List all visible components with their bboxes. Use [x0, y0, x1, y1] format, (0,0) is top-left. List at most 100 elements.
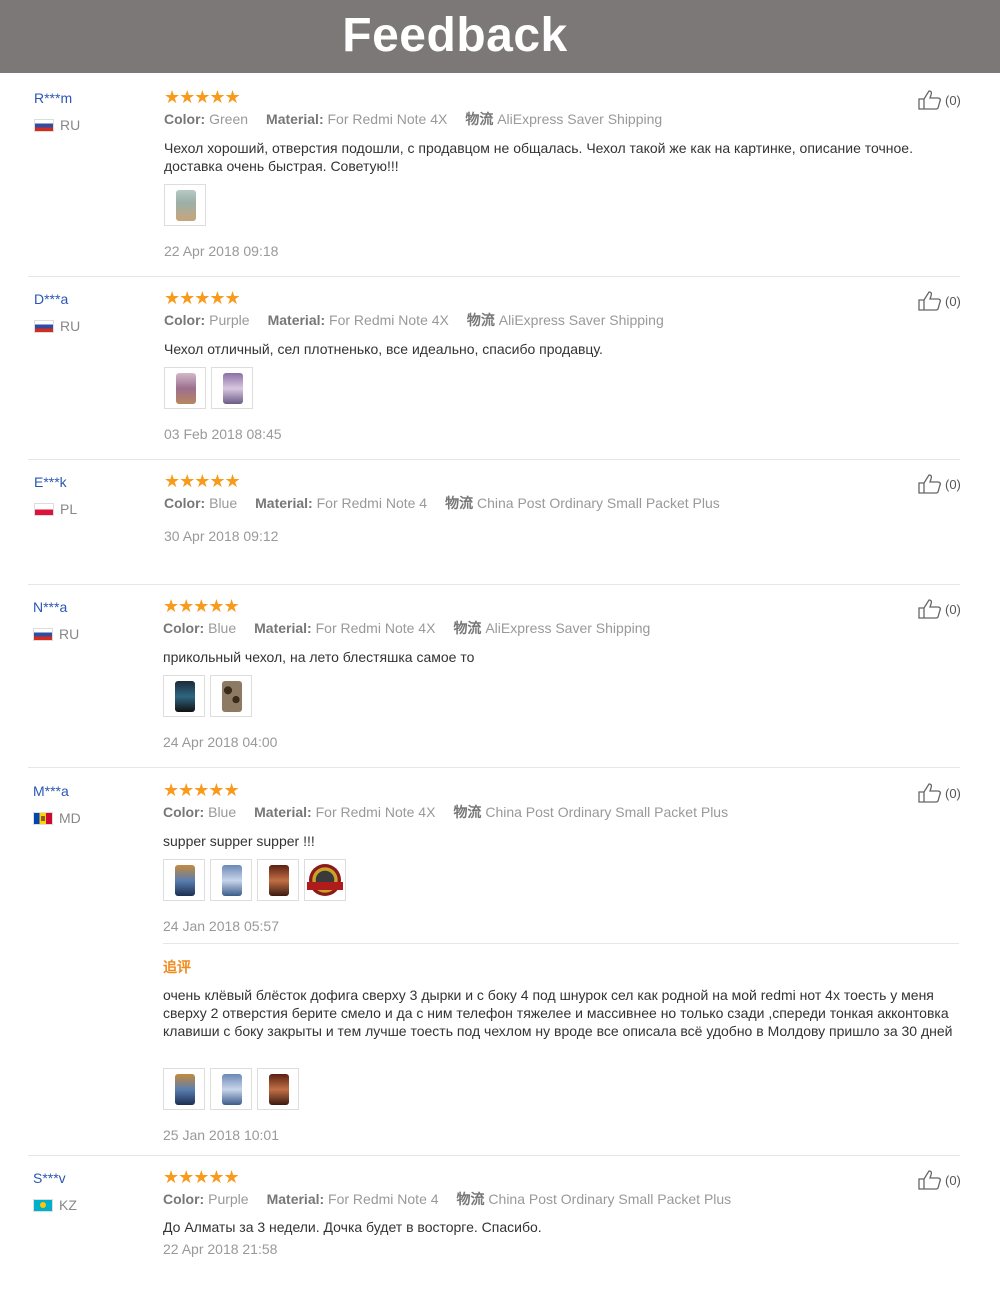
review-photo-thumbnail[interactable] — [211, 367, 253, 409]
review-photo-thumbnail[interactable] — [210, 1068, 252, 1110]
material-label: Material: — [255, 495, 313, 511]
reviewer-name[interactable]: R***m — [34, 90, 72, 106]
helpful-count: (0) — [945, 92, 961, 108]
color-label: Color: — [164, 111, 206, 127]
material-label: Material: — [254, 620, 312, 636]
review-specs: Color: Blue Material: For Redmi Note 4X 物流… — [163, 802, 728, 822]
helpful-button[interactable]: (0) — [918, 1170, 961, 1190]
color-label: Color: — [164, 312, 206, 328]
review-specs: Color: Blue Material: For Redmi Note 4 物流 … — [164, 493, 720, 513]
review-photos — [164, 184, 206, 226]
helpful-button[interactable]: (0) — [918, 291, 961, 311]
thumbs-up-icon — [918, 474, 942, 494]
review-photo-thumbnail[interactable] — [304, 859, 346, 901]
color-label: Color: — [163, 804, 205, 820]
review-date: 03 Feb 2018 08:45 — [164, 426, 282, 442]
flag-ru-icon — [33, 627, 53, 641]
reviewer-country: RU — [33, 626, 79, 642]
helpful-count: (0) — [945, 785, 961, 801]
review-photo-thumbnail[interactable] — [163, 675, 205, 717]
flag-ru-icon — [34, 319, 54, 333]
thumbs-up-icon — [918, 599, 942, 619]
material-value: For Redmi Note 4 — [328, 1191, 439, 1207]
review-date: 22 Apr 2018 09:18 — [164, 243, 279, 259]
color-label: Color: — [164, 495, 206, 511]
reviewer-country: MD — [33, 810, 81, 826]
helpful-count: (0) — [945, 476, 961, 492]
color-value: Green — [209, 111, 249, 127]
review-photo-thumbnail[interactable] — [164, 367, 206, 409]
reviewer-name[interactable]: N***a — [33, 599, 67, 615]
review-specs: Color: Purple Material: For Redmi Note 4 物… — [163, 1189, 731, 1209]
review-text: supper supper supper !!! — [163, 833, 315, 849]
reviewer-name[interactable]: S***v — [33, 1170, 66, 1186]
shipping-label: 物流 — [466, 312, 495, 328]
thumbs-up-icon — [918, 783, 942, 803]
review-photo-thumbnail[interactable] — [210, 859, 252, 901]
material-label: Material: — [266, 111, 324, 127]
rating-stars: ★★★★★ — [163, 780, 240, 800]
reviewer-name[interactable]: E***k — [34, 474, 67, 490]
color-value: Purple — [208, 1191, 249, 1207]
review-text: прикольный чехол, на лето блестяшка само… — [163, 649, 475, 665]
material-value: For Redmi Note 4 — [316, 495, 428, 511]
reviewer-country: PL — [34, 501, 77, 517]
review-photos — [164, 367, 253, 409]
divider — [28, 767, 960, 768]
helpful-button[interactable]: (0) — [918, 783, 961, 803]
review-text: До Алматы за 3 недели. Дочка будет в вос… — [163, 1219, 542, 1235]
material-value: For Redmi Note 4X — [315, 804, 436, 820]
review-photo-thumbnail[interactable] — [257, 1068, 299, 1110]
flag-ru-icon — [34, 118, 54, 132]
review-date: 30 Apr 2018 09:12 — [164, 528, 279, 544]
followup-divider — [163, 943, 959, 944]
country-code: PL — [60, 501, 78, 517]
helpful-button[interactable]: (0) — [918, 90, 961, 110]
shipping-value: China Post Ordinary Small Packet Plus — [485, 804, 729, 820]
shipping-value: China Post Ordinary Small Packet Plus — [488, 1191, 732, 1207]
country-code: KZ — [59, 1197, 77, 1213]
rating-stars: ★★★★★ — [164, 471, 241, 491]
shipping-label: 物流 — [445, 495, 474, 511]
thumbs-up-icon — [918, 291, 942, 311]
helpful-button[interactable]: (0) — [918, 599, 961, 619]
review-photo-thumbnail[interactable] — [163, 859, 205, 901]
review-item: S***v KZ ★★★★★ Color: Purple Material: Fo… — [0, 1167, 1000, 1270]
color-label: Color: — [163, 620, 205, 636]
helpful-button[interactable]: (0) — [918, 474, 961, 494]
thumbs-up-icon — [918, 1170, 942, 1190]
shipping-value: AliExpress Saver Shipping — [485, 620, 651, 636]
country-code: RU — [60, 318, 81, 334]
review-specs: Color: Purple Material: For Redmi Note 4X… — [164, 310, 664, 330]
review-photo-thumbnail[interactable] — [163, 1068, 205, 1110]
followup-label: 追评 — [163, 959, 191, 975]
reviewer-country: RU — [34, 117, 80, 133]
review-photos — [163, 675, 252, 717]
color-value: Blue — [208, 804, 237, 820]
shipping-label: 物流 — [456, 1191, 485, 1207]
review-item: M***a MD ★★★★★ Color: Blue Material: For … — [0, 780, 1000, 1148]
divider — [28, 584, 960, 585]
divider — [28, 459, 960, 460]
review-photos — [163, 859, 346, 901]
review-photo-thumbnail[interactable] — [164, 184, 206, 226]
followup-date: 25 Jan 2018 10:01 — [163, 1127, 279, 1143]
country-code: RU — [59, 626, 80, 642]
review-photo-thumbnail[interactable] — [210, 675, 252, 717]
material-label: Material: — [267, 312, 326, 328]
color-label: Color: — [163, 1191, 205, 1207]
color-value: Blue — [208, 620, 237, 636]
review-specs: Color: Blue Material: For Redmi Note 4X 物流… — [163, 618, 650, 638]
review-photo-thumbnail[interactable] — [257, 859, 299, 901]
shipping-value: AliExpress Saver Shipping — [497, 111, 663, 127]
color-value: Purple — [209, 312, 250, 328]
review-specs: Color: Green Material: For Redmi Note 4X 物… — [164, 109, 662, 129]
rating-stars: ★★★★★ — [163, 1167, 240, 1187]
flag-md-icon — [33, 811, 53, 825]
material-value: For Redmi Note 4X — [315, 620, 436, 636]
reviewer-name[interactable]: M***a — [33, 783, 69, 799]
followup-photos — [163, 1068, 299, 1110]
guarantee-seal-icon — [309, 864, 341, 896]
reviewer-name[interactable]: D***a — [34, 291, 68, 307]
shipping-label: 物流 — [465, 111, 494, 127]
